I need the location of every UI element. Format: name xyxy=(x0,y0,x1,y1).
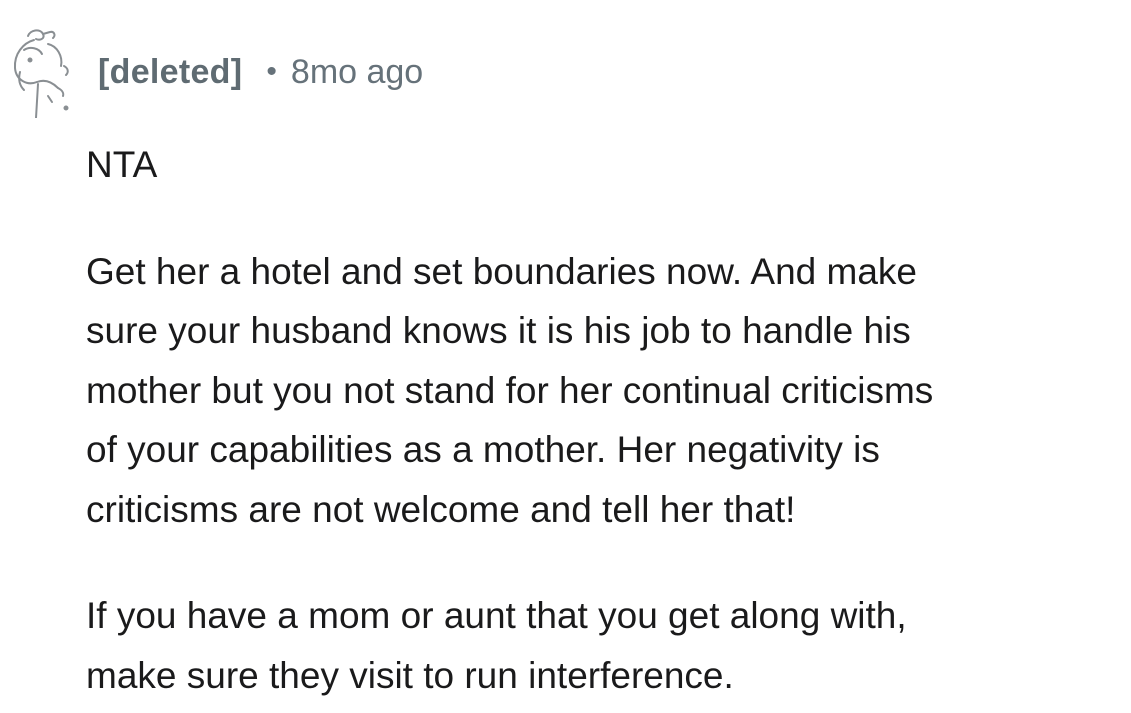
comment-body: NTA Get her a hotel and set boundaries n… xyxy=(86,135,1126,705)
comment-line: If you have a mom or aunt that you get a… xyxy=(86,595,907,636)
comment-line: sure your husband knows it is his job to… xyxy=(86,310,911,351)
comment-line: Get her a hotel and set boundaries now. … xyxy=(86,250,918,292)
comment-line: mother but you not stand for her continu… xyxy=(86,369,934,411)
meta-separator: • xyxy=(266,55,277,88)
comment-timestamp[interactable]: 8mo ago xyxy=(291,50,423,94)
comment-meta: [deleted] • 8mo ago xyxy=(98,50,423,94)
comment-line: make sure they visit to run interference… xyxy=(86,654,734,696)
comment: [deleted] • 8mo ago NTA Get her a hotel … xyxy=(0,0,1131,713)
comment-line: of your capabilities as a mother. Her ne… xyxy=(86,429,880,470)
comment-line: NTA xyxy=(86,144,158,185)
author-name[interactable]: [deleted] xyxy=(98,50,242,94)
comment-line: criticisms are not welcome and tell her … xyxy=(86,488,796,530)
deleted-user-avatar-icon[interactable] xyxy=(6,26,76,119)
